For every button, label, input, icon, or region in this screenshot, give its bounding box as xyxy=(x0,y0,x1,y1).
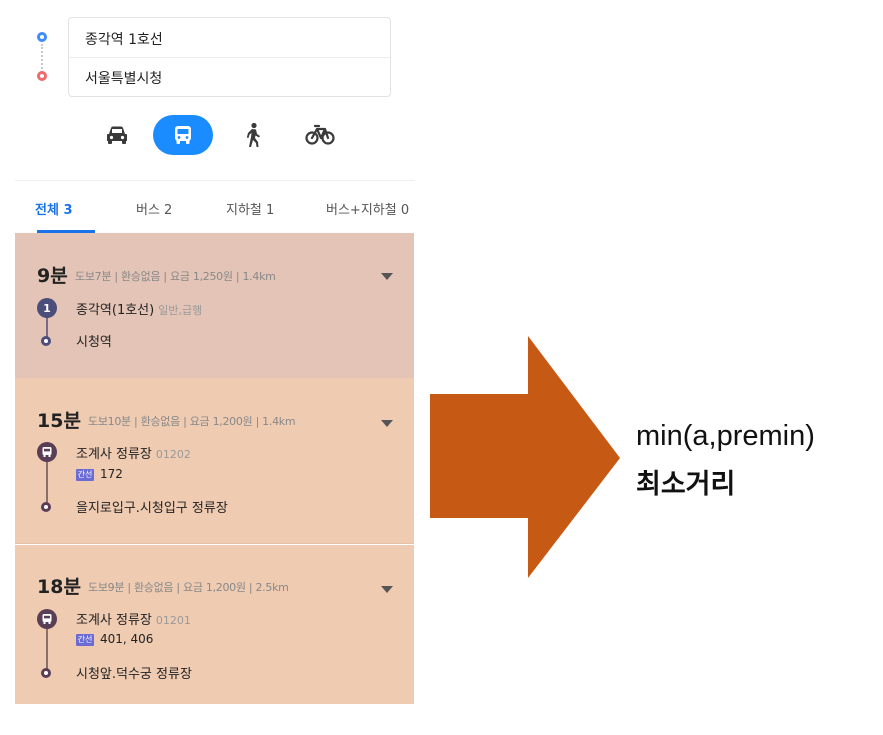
right-arrow-icon xyxy=(430,336,620,578)
route-connector xyxy=(41,44,43,69)
subway-line-badge: 1 xyxy=(37,298,57,318)
route-line xyxy=(46,458,48,503)
bus-mode-button[interactable] xyxy=(153,115,213,155)
alight-stop: 시청역 xyxy=(76,335,112,350)
board-stop-name: 조계사 정류장 xyxy=(76,447,152,462)
bus-number: 172 xyxy=(100,467,123,481)
bus-type-badge: 간선 xyxy=(76,469,94,481)
alight-stop-marker-icon xyxy=(41,668,51,678)
stop-id: 01202 xyxy=(155,448,191,461)
origin-marker-icon xyxy=(37,32,47,42)
walk-mode-button[interactable] xyxy=(233,115,273,155)
bus-stop-icon xyxy=(37,609,57,629)
bus-icon xyxy=(175,126,191,144)
input-divider xyxy=(69,57,390,58)
walking-person-icon xyxy=(246,122,260,147)
bus-number: 401, 406 xyxy=(100,632,154,646)
route-duration: 18분 xyxy=(37,576,81,598)
board-stop: 조계사 정류장 01201 xyxy=(76,609,191,628)
board-stop-name: 조계사 정류장 xyxy=(76,613,152,628)
expand-chevron-down-icon[interactable] xyxy=(381,273,393,280)
route-line xyxy=(46,625,48,670)
alight-stop: 을지로입구.시청입구 정류장 xyxy=(76,501,228,516)
stop-id: 01201 xyxy=(155,614,191,627)
tab-all[interactable]: 전체 3 xyxy=(35,199,73,218)
route-duration: 9분 xyxy=(37,265,68,287)
route-card-bus-401-406[interactable]: 18분 도보9분 | 환승없음 | 요금 1,200원 | 2.5km 조계사 … xyxy=(15,545,414,704)
alight-stop-marker-icon xyxy=(41,502,51,512)
expand-chevron-down-icon[interactable] xyxy=(381,586,393,593)
alight-stop: 시청앞.덕수궁 정류장 xyxy=(76,667,192,682)
origin-input[interactable] xyxy=(85,24,375,54)
bicycle-icon xyxy=(305,124,335,145)
bicycle-mode-button[interactable] xyxy=(300,115,340,155)
train-type: 일반,급행 xyxy=(158,304,203,317)
annotation-formula: min(a,premin) xyxy=(636,420,815,452)
route-summary: 도보10분 | 환승없음 | 요금 1,200원 | 1.4km xyxy=(88,415,296,428)
destination-marker-icon xyxy=(37,71,47,81)
car-mode-button[interactable] xyxy=(97,115,137,155)
annotation-caption: 최소거리 xyxy=(636,469,736,500)
route-card-subway[interactable]: 9분 도보7분 | 환승없음 | 요금 1,250원 | 1.4km 1 종각역… xyxy=(15,233,414,378)
route-card-bus-172[interactable]: 15분 도보10분 | 환승없음 | 요금 1,200원 | 1.4km 조계사… xyxy=(15,378,414,544)
bus-stop-icon xyxy=(37,442,57,462)
tab-bus-subway[interactable]: 버스+지하철 0 xyxy=(326,199,409,218)
board-stop-name: 종각역(1호선) xyxy=(76,303,155,318)
board-stop: 조계사 정류장 01202 xyxy=(76,443,191,462)
car-icon xyxy=(107,126,127,144)
alight-stop-marker-icon xyxy=(41,336,51,346)
route-search-box xyxy=(68,17,391,97)
board-stop: 종각역(1호선) 일반,급행 xyxy=(76,299,202,318)
route-filter-tabs: 전체 3 버스 2 지하철 1 버스+지하철 0 xyxy=(15,180,415,233)
destination-input[interactable] xyxy=(85,63,375,93)
expand-chevron-down-icon[interactable] xyxy=(381,420,393,427)
bus-type-badge: 간선 xyxy=(76,634,94,646)
route-summary: 도보7분 | 환승없음 | 요금 1,250원 | 1.4km xyxy=(75,270,276,283)
tab-bus[interactable]: 버스 2 xyxy=(136,199,172,218)
tab-subway[interactable]: 지하철 1 xyxy=(226,199,274,218)
route-duration: 15분 xyxy=(37,410,81,432)
route-summary: 도보9분 | 환승없음 | 요금 1,200원 | 2.5km xyxy=(88,581,289,594)
